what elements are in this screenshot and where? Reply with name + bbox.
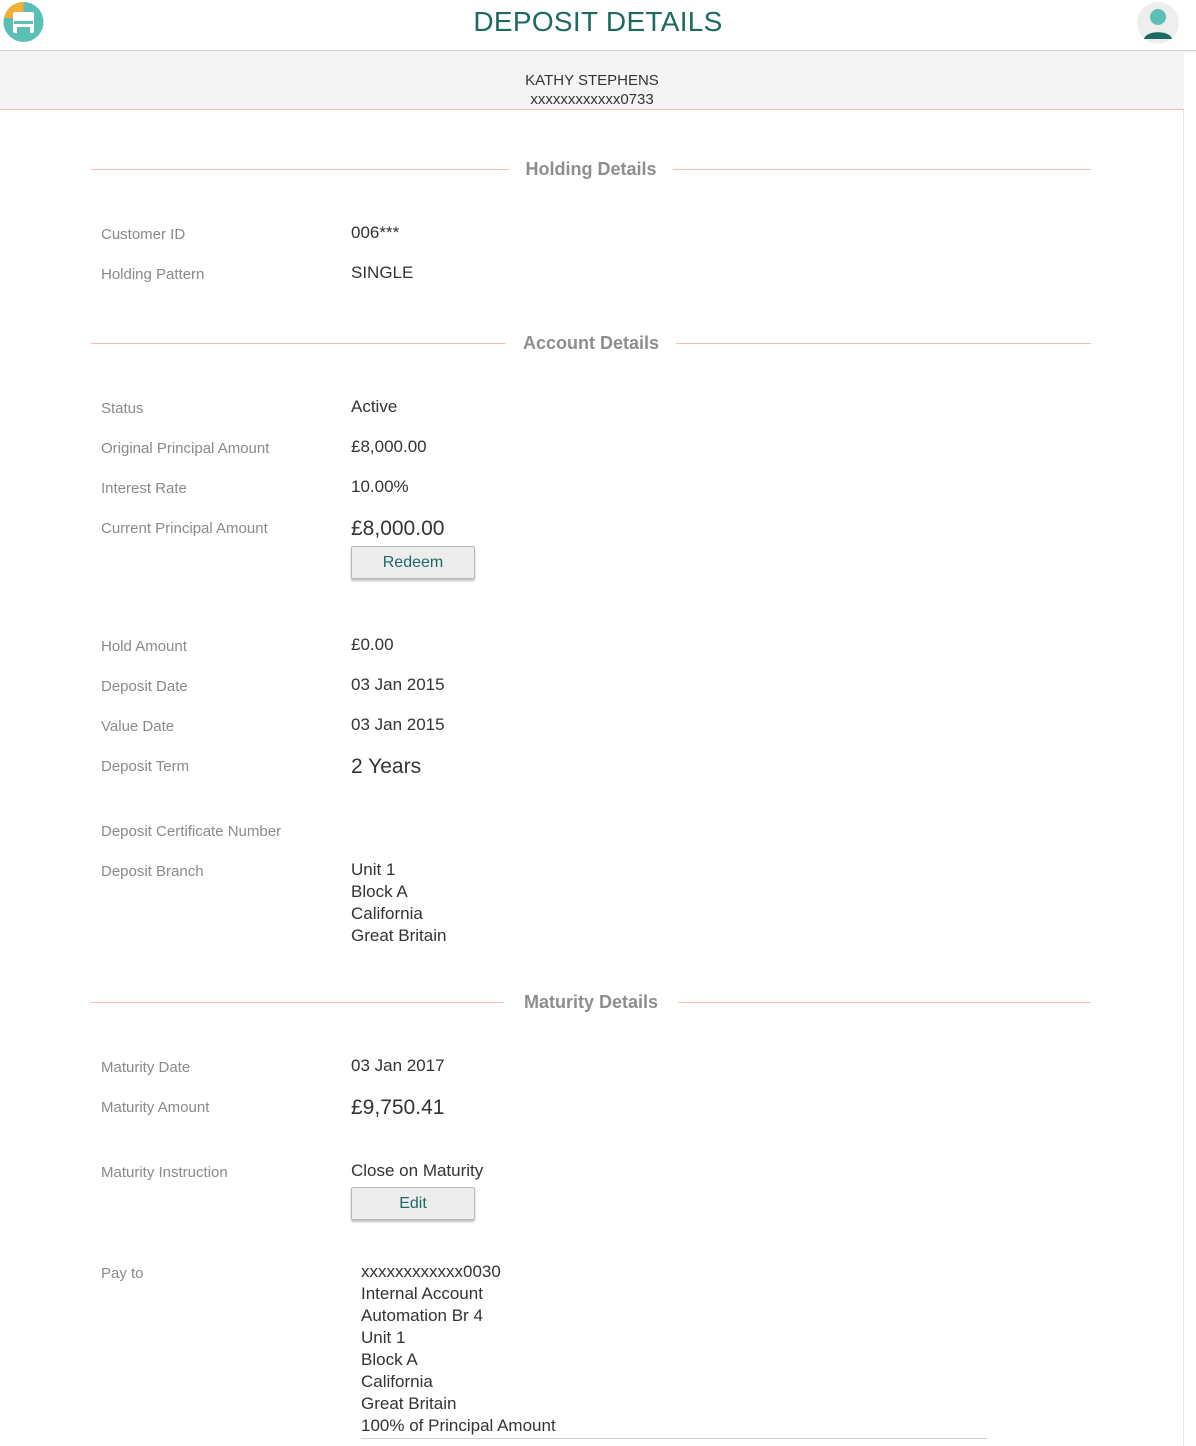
pay-to-line: Internal Account — [361, 1284, 483, 1303]
content-edge — [1183, 110, 1184, 1446]
pay-to-share: 100% of Principal Amount — [361, 1416, 556, 1435]
page-title: DEPOSIT DETAILS — [473, 6, 723, 37]
original-principal-value: £8,000.00 — [351, 437, 427, 456]
deposit-date-value: 03 Jan 2015 — [351, 675, 445, 694]
pay-to-label: Pay to — [101, 1265, 144, 1282]
pay-to-line: Unit 1 — [361, 1328, 406, 1347]
hold-amount-label: Hold Amount — [101, 638, 187, 655]
value-date-label: Value Date — [101, 718, 175, 735]
section-title: Account Details — [522, 333, 660, 353]
section-title: Maturity Details — [523, 992, 659, 1012]
customer-id-label: Customer ID — [101, 226, 186, 243]
original-principal-label: Original Principal Amount — [101, 440, 270, 457]
maturity-amount-label: Maturity Amount — [101, 1099, 210, 1116]
current-principal-value: £8,000.00 — [351, 517, 445, 540]
hold-amount-value: £0.00 — [351, 635, 394, 654]
redeem-button[interactable]: Redeem — [351, 546, 475, 579]
pay-to-account: xxxxxxxxxxxx0030 — [361, 1262, 501, 1281]
account-number: xxxxxxxxxxxx0733 — [530, 91, 654, 108]
interest-rate-value: 10.00% — [351, 477, 409, 496]
top-bar: DEPOSIT DETAILS — [0, 0, 1196, 51]
pay-to-line: Block A — [361, 1350, 418, 1369]
status-value: Active — [351, 397, 398, 416]
address-line: Unit 1 — [351, 860, 396, 879]
deposit-date-label: Deposit Date — [101, 678, 188, 695]
section-title: Holding Details — [525, 159, 657, 179]
pay-to-line: California — [361, 1372, 433, 1391]
maturity-date-value: 03 Jan 2017 — [351, 1056, 445, 1075]
customer-name: KATHY STEPHENS — [525, 72, 659, 89]
customer-id-value: 006*** — [351, 223, 400, 242]
pay-to-underline — [361, 1438, 987, 1439]
deposit-branch-address: Unit 1 Block A California Great Britain — [351, 859, 446, 947]
holding-pattern-value: SINGLE — [351, 263, 414, 282]
maturity-details-section: Maturity Details — [91, 990, 1091, 1014]
interest-rate-label: Interest Rate — [101, 480, 187, 497]
edit-button[interactable]: Edit — [351, 1187, 475, 1220]
customer-header: KATHY STEPHENS xxxxxxxxxxxx0733 — [0, 52, 1184, 110]
account-details-section: Account Details — [91, 331, 1091, 355]
address-line: Block A — [351, 882, 408, 901]
status-label: Status — [101, 400, 144, 417]
address-line: Great Britain — [351, 926, 447, 945]
pay-to-details: xxxxxxxxxxxx0030 Internal Account Automa… — [361, 1261, 556, 1437]
deposit-term-value: 2 Years — [351, 755, 422, 778]
user-avatar-icon[interactable] — [1136, 1, 1180, 45]
address-line: California — [351, 904, 423, 923]
maturity-instruction-label: Maturity Instruction — [101, 1164, 228, 1181]
maturity-amount-value: £9,750.41 — [351, 1096, 445, 1119]
pay-to-line: Automation Br 4 — [361, 1306, 483, 1325]
deposit-branch-label: Deposit Branch — [101, 863, 204, 880]
value-date-value: 03 Jan 2015 — [351, 715, 445, 734]
holding-details-section: Holding Details — [91, 157, 1091, 181]
maturity-instruction-value: Close on Maturity — [351, 1161, 484, 1180]
holding-pattern-label: Holding Pattern — [101, 266, 205, 283]
maturity-date-label: Maturity Date — [101, 1059, 191, 1076]
pay-to-line: Great Britain — [361, 1394, 457, 1413]
deposit-term-label: Deposit Term — [101, 758, 190, 775]
current-principal-label: Current Principal Amount — [101, 520, 268, 537]
certificate-number-label: Deposit Certificate Number — [101, 823, 282, 840]
